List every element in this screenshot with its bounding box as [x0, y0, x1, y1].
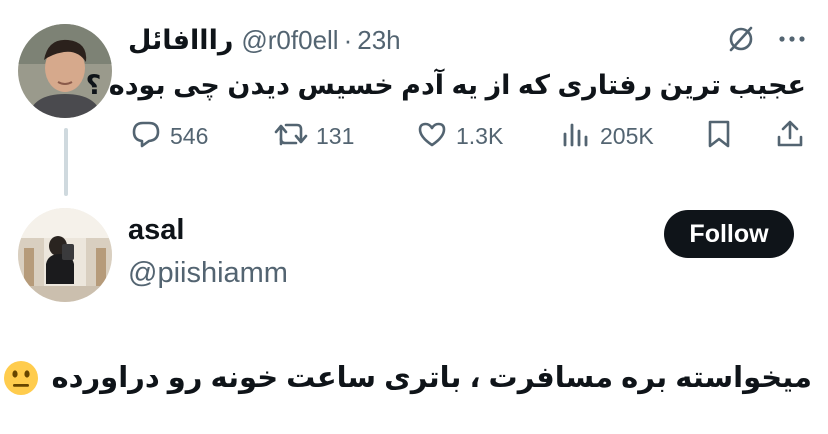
reply-author-handle[interactable]: @piishiamm [128, 257, 288, 290]
like-count: 1.3K [456, 122, 504, 149]
more-options-icon[interactable] [776, 24, 808, 59]
author-display-name[interactable]: رااافائل [128, 25, 233, 56]
like-icon [416, 118, 448, 155]
like-button[interactable]: 1.3K [416, 118, 503, 154]
views-button[interactable]: 205K [560, 118, 654, 154]
views-count: 205K [600, 122, 654, 149]
bookmark-button[interactable] [704, 118, 734, 154]
thread-connector-line [64, 128, 68, 196]
reply-text: میخواسته بره مسافرت ، باتری ساعت خونه رو… [51, 362, 812, 394]
tweet-timestamp[interactable]: 23h [357, 25, 400, 56]
reply-button[interactable]: 546 [130, 118, 208, 154]
reply-count: 546 [170, 122, 209, 149]
neutral-face-emoji-icon [3, 360, 39, 396]
reply-author-display-name[interactable]: asal [128, 214, 184, 247]
retweet-count: 131 [316, 122, 355, 149]
bookmark-icon [704, 118, 734, 155]
retweet-button[interactable]: 131 [274, 118, 354, 154]
share-button[interactable] [774, 118, 806, 154]
tweet-header: رااافائل @r0f0ell · 23h [128, 22, 401, 58]
share-icon [774, 118, 806, 155]
grok-icon[interactable] [726, 24, 756, 59]
author-handle[interactable]: @r0f0ell [241, 25, 338, 56]
reply-icon [130, 118, 162, 155]
follow-button[interactable]: Follow [664, 210, 794, 258]
reply-author-avatar[interactable] [18, 208, 112, 302]
tweet-text: عجیب ترین رفتاری که از یه آدم خسیس دیدن … [85, 70, 806, 100]
views-icon [560, 118, 592, 155]
separator-dot: · [343, 24, 353, 55]
retweet-icon [274, 118, 308, 155]
reply-text-row: میخواسته بره مسافرت ، باتری ساعت خونه رو… [4, 356, 812, 400]
